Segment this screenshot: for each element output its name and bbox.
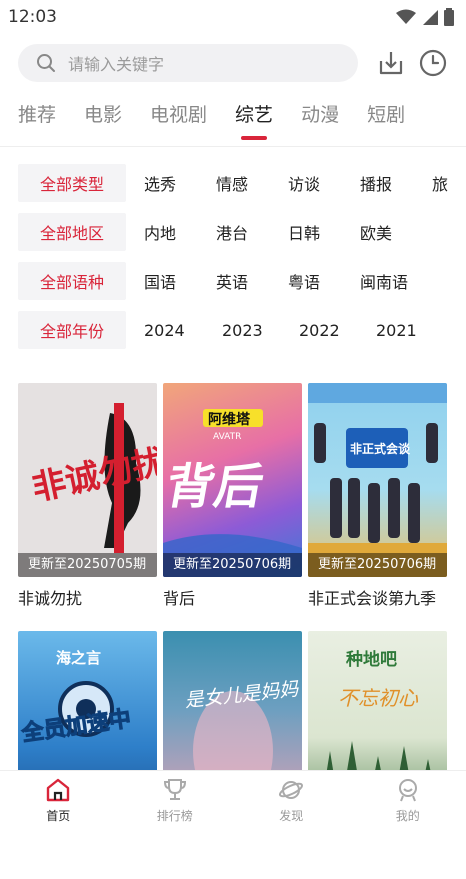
filter-option[interactable]: 日韩 bbox=[288, 220, 360, 244]
wifi-icon bbox=[396, 9, 416, 25]
bottom-nav: 首页 排行榜 发现 我的 bbox=[0, 770, 466, 830]
filter-option[interactable]: 2021 bbox=[376, 321, 448, 340]
category-tabs: 推荐 电影 电视剧 综艺 动漫 短剧 bbox=[18, 96, 433, 136]
signal-icon bbox=[422, 9, 438, 25]
search-placeholder: 请输入关键字 bbox=[68, 51, 164, 75]
poster-image: 阿维塔 AVATR 背后 更新至20250706期 bbox=[163, 383, 302, 577]
tab-movie[interactable]: 电影 bbox=[84, 96, 122, 136]
poster-logo-text: 阿维塔 bbox=[208, 411, 251, 428]
filter-option[interactable]: 欧美 bbox=[360, 220, 432, 244]
nav-label: 我的 bbox=[396, 807, 420, 824]
video-card[interactable]: 海之言 全员加速中 bbox=[18, 631, 157, 879]
filter-option[interactable]: 国语 bbox=[144, 269, 216, 293]
card-title: 非正式会谈第九季 bbox=[308, 585, 447, 609]
video-card[interactable]: 种地吧 不忘初心 bbox=[308, 631, 447, 879]
video-card[interactable]: 非诚勿扰 更新至20250705期 非诚勿扰 bbox=[18, 383, 157, 631]
filter-row-language: 全部语种 国语 英语 粤语 闽南语 bbox=[18, 262, 466, 300]
clock-icon bbox=[419, 49, 447, 77]
filter-row-region: 全部地区 内地 港台 日韩 欧美 bbox=[18, 213, 466, 251]
poster-sub-text: AVATR bbox=[213, 432, 241, 442]
filter-option[interactable]: 播报 bbox=[360, 171, 432, 195]
poster-main-text: 背后 bbox=[163, 459, 268, 515]
filter-option[interactable]: 英语 bbox=[216, 269, 288, 293]
filter-option[interactable]: 旅 bbox=[432, 171, 466, 195]
trophy-icon bbox=[162, 777, 188, 803]
status-bar: 12:03 bbox=[0, 0, 466, 34]
filter-row-type: 全部类型 选秀 情感 访谈 播报 旅 bbox=[18, 164, 466, 202]
tab-recommend[interactable]: 推荐 bbox=[18, 96, 56, 136]
user-icon bbox=[395, 777, 421, 803]
poster-main-text: 不忘初心 bbox=[338, 686, 419, 710]
poster-image: 非诚勿扰 更新至20250705期 bbox=[18, 383, 157, 577]
filter-option[interactable]: 粤语 bbox=[288, 269, 360, 293]
card-title: 背后 bbox=[163, 585, 302, 609]
video-card[interactable]: 阿维塔 AVATR 背后 更新至20250706期 背后 bbox=[163, 383, 302, 631]
status-time: 12:03 bbox=[8, 7, 57, 27]
home-icon bbox=[45, 777, 71, 803]
nav-label: 排行榜 bbox=[157, 807, 193, 824]
nav-ranking[interactable]: 排行榜 bbox=[135, 777, 215, 824]
poster-image: 非正式会谈 更新至20250706期 bbox=[308, 383, 447, 577]
filter-type-all[interactable]: 全部类型 bbox=[18, 164, 126, 202]
update-badge: 更新至20250706期 bbox=[308, 553, 447, 577]
filter-option[interactable]: 情感 bbox=[216, 171, 288, 195]
filter-panel: 全部类型 选秀 情感 访谈 播报 旅 全部地区 内地 港台 日韩 欧美 全部语种… bbox=[18, 164, 466, 360]
tab-short[interactable]: 短剧 bbox=[367, 96, 405, 136]
nav-profile[interactable]: 我的 bbox=[368, 777, 448, 824]
download-icon bbox=[377, 49, 405, 77]
tab-variety[interactable]: 综艺 bbox=[235, 96, 273, 136]
filter-option[interactable]: 内地 bbox=[144, 220, 216, 244]
search-row: 请输入关键字 bbox=[18, 44, 452, 82]
tabs-divider bbox=[0, 146, 466, 147]
nav-home[interactable]: 首页 bbox=[18, 777, 98, 824]
card-title: 非诚勿扰 bbox=[18, 585, 157, 609]
filter-option[interactable]: 2022 bbox=[299, 321, 376, 340]
poster-art: 阿维塔 AVATR 背后 bbox=[163, 383, 302, 577]
filter-option[interactable]: 2023 bbox=[222, 321, 299, 340]
filter-option[interactable]: 访谈 bbox=[288, 171, 360, 195]
poster-logo-text: 海之言 bbox=[56, 649, 101, 667]
filter-row-year: 全部年份 2024 2023 2022 2021 bbox=[18, 311, 466, 349]
battery-icon bbox=[444, 8, 454, 26]
planet-icon bbox=[278, 777, 304, 803]
update-badge: 更新至20250706期 bbox=[163, 553, 302, 577]
filter-option[interactable]: 闽南语 bbox=[360, 269, 432, 293]
nav-label: 发现 bbox=[279, 807, 303, 824]
search-icon bbox=[36, 53, 56, 73]
nav-label: 首页 bbox=[46, 807, 70, 824]
download-button[interactable] bbox=[376, 48, 406, 78]
filter-language-all[interactable]: 全部语种 bbox=[18, 262, 126, 300]
nav-discover[interactable]: 发现 bbox=[251, 777, 331, 824]
filter-year-all[interactable]: 全部年份 bbox=[18, 311, 126, 349]
history-button[interactable] bbox=[418, 48, 448, 78]
filter-option[interactable]: 选秀 bbox=[144, 171, 216, 195]
video-card[interactable]: 是女儿是妈妈 bbox=[163, 631, 302, 879]
filter-region-all[interactable]: 全部地区 bbox=[18, 213, 126, 251]
filter-option[interactable]: 2024 bbox=[144, 321, 222, 340]
search-input[interactable]: 请输入关键字 bbox=[18, 44, 358, 82]
update-badge: 更新至20250705期 bbox=[18, 553, 157, 577]
poster-art: 非正式会谈 bbox=[308, 383, 447, 577]
tab-anime[interactable]: 动漫 bbox=[301, 96, 339, 136]
poster-logo-text: 非正式会谈 bbox=[350, 441, 411, 456]
poster-logo-text: 种地吧 bbox=[345, 649, 397, 670]
video-card[interactable]: 非正式会谈 更新至20250706期 非正式会谈第九季 bbox=[308, 383, 447, 631]
status-icons bbox=[396, 8, 454, 26]
tab-tv[interactable]: 电视剧 bbox=[150, 96, 207, 136]
poster-art: 非诚勿扰 bbox=[18, 383, 157, 577]
filter-option[interactable]: 港台 bbox=[216, 220, 288, 244]
